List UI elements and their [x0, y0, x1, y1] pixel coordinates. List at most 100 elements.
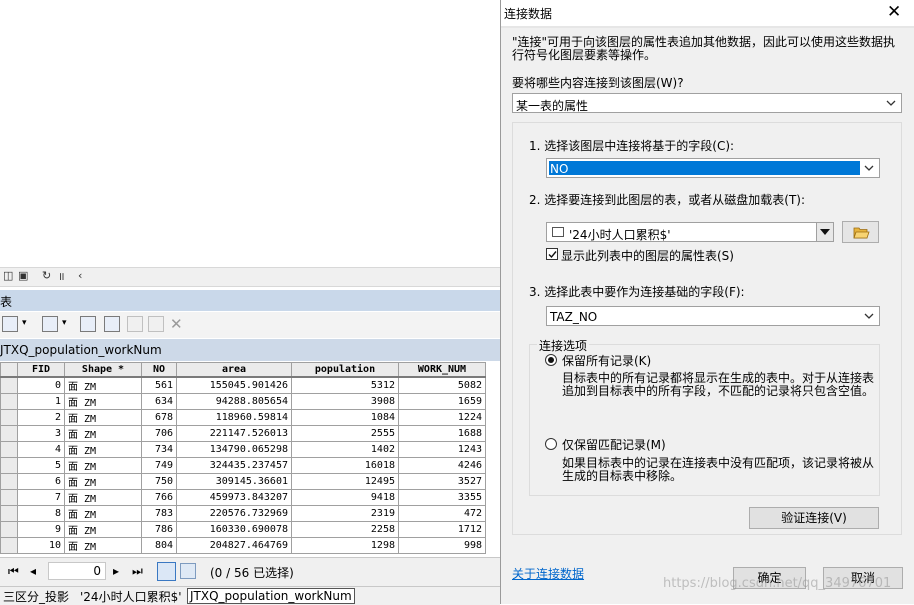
row-selector[interactable]: [0, 376, 18, 394]
table-cell[interactable]: 7: [17, 489, 65, 506]
table-cell[interactable]: 1402: [291, 441, 399, 458]
show-all-records-icon[interactable]: [157, 562, 176, 581]
previous-record-icon[interactable]: ◂: [30, 564, 36, 578]
table-cell[interactable]: 5082: [398, 376, 486, 394]
layout-view-icon[interactable]: ◫: [3, 269, 13, 282]
table-cell[interactable]: 16018: [291, 457, 399, 474]
table-row[interactable]: 6面 ZM 750 309145.36601 12495 3527: [0, 473, 486, 490]
table-options-dropdown-icon[interactable]: ▾: [22, 318, 27, 328]
table-cell[interactable]: 面 ZM: [64, 521, 142, 538]
table-cell[interactable]: 484: [398, 553, 486, 554]
table-cell[interactable]: 面 ZM: [64, 537, 142, 554]
column-header[interactable]: population: [291, 362, 399, 378]
row-selector[interactable]: [0, 489, 18, 506]
table-cell[interactable]: 面 ZM: [64, 376, 142, 394]
table-cell[interactable]: 1243: [398, 441, 486, 458]
table-cell[interactable]: 2258: [291, 521, 399, 538]
table-row[interactable]: 11面 ZM825270391.653397635484: [0, 553, 486, 554]
table-cell[interactable]: 1712: [398, 521, 486, 538]
table-cell[interactable]: 94288.805654: [176, 393, 292, 410]
table-cell[interactable]: 783: [141, 505, 177, 522]
table-cell[interactable]: 749: [141, 457, 177, 474]
row-selector[interactable]: [0, 553, 18, 554]
table-cell[interactable]: 204827.464769: [176, 537, 292, 554]
last-record-icon[interactable]: ⏭: [132, 564, 143, 579]
table-cell[interactable]: 12495: [291, 473, 399, 490]
about-joining-link[interactable]: 关于连接数据: [512, 565, 584, 582]
pause-icon[interactable]: ॥: [58, 269, 65, 284]
data-view-icon[interactable]: ▣: [18, 269, 28, 282]
table-row[interactable]: 9面 ZM 786 160330.690078 2258 1712: [0, 521, 486, 538]
row-selector[interactable]: [0, 457, 18, 474]
show-selected-records-icon[interactable]: [180, 563, 196, 579]
table-cell[interactable]: 11: [17, 553, 65, 554]
row-selector[interactable]: [0, 521, 18, 538]
table-row[interactable]: 10 面 ZM 804 204827.464769 1298 998: [0, 537, 486, 554]
table-cell[interactable]: 309145.36601: [176, 473, 292, 490]
table-cell[interactable]: 1688: [398, 425, 486, 442]
row-selector[interactable]: [0, 441, 18, 458]
table-cell[interactable]: 面 ZM: [64, 441, 142, 458]
table-row[interactable]: 8面 ZM 783 220576.732969 2319 472: [0, 505, 486, 522]
table-tab[interactable]: 三区分_投影: [3, 588, 69, 605]
table-cell[interactable]: 10: [17, 537, 65, 554]
table-cell[interactable]: 面 ZM: [64, 553, 142, 554]
table-cell[interactable]: 面 ZM: [64, 505, 142, 522]
column-header[interactable]: NO: [141, 362, 177, 378]
table-cell[interactable]: 面 ZM: [64, 473, 142, 490]
row-selector[interactable]: [0, 537, 18, 554]
column-header[interactable]: WORK_NUM: [398, 362, 486, 378]
table-cell[interactable]: 8: [17, 505, 65, 522]
join-field-select[interactable]: TAZ_NO: [546, 306, 880, 326]
attribute-table[interactable]: FID Shape * NO area population WORK_NUM …: [0, 362, 500, 554]
column-header[interactable]: FID: [17, 362, 65, 378]
delete-selected-icon[interactable]: ✕: [170, 315, 183, 333]
table-cell[interactable]: 561: [141, 376, 177, 394]
table-cell[interactable]: 1: [17, 393, 65, 410]
show-layers-checkbox[interactable]: [546, 248, 558, 260]
table-cell[interactable]: 786: [141, 521, 177, 538]
table-cell[interactable]: 825: [141, 553, 177, 554]
table-cell[interactable]: 804: [141, 537, 177, 554]
table-cell[interactable]: 0: [17, 376, 65, 394]
table-cell[interactable]: 998: [398, 537, 486, 554]
table-row[interactable]: 4面 ZM 734 134790.065298 1402 1243: [0, 441, 486, 458]
table-cell[interactable]: 4246: [398, 457, 486, 474]
switch-selection-icon[interactable]: [104, 316, 120, 332]
related-tables-icon[interactable]: [42, 316, 58, 332]
table-cell[interactable]: 1298: [291, 537, 399, 554]
keep-matching-radio[interactable]: [545, 438, 557, 450]
table-cell[interactable]: 678: [141, 409, 177, 426]
next-record-icon[interactable]: ▸: [113, 564, 119, 578]
table-cell[interactable]: 6: [17, 473, 65, 490]
what-to-join-select[interactable]: 某一表的属性: [512, 93, 902, 113]
keep-all-radio[interactable]: [545, 354, 557, 366]
table-cell[interactable]: 5: [17, 457, 65, 474]
table-row[interactable]: 7面 ZM 766 459973.843207 9418 3355: [0, 489, 486, 506]
table-cell[interactable]: 9: [17, 521, 65, 538]
row-selector[interactable]: [0, 505, 18, 522]
table-tab-active[interactable]: JTXQ_population_workNum: [187, 588, 355, 604]
join-table-select[interactable]: '24小时人口累积$': [546, 222, 834, 242]
select-by-attributes-icon[interactable]: [80, 316, 96, 332]
row-selector[interactable]: [0, 409, 18, 426]
table-cell[interactable]: 4: [17, 441, 65, 458]
layer-field-select[interactable]: NO: [546, 158, 880, 178]
table-cell[interactable]: 750: [141, 473, 177, 490]
scroll-left-icon[interactable]: ‹: [78, 269, 82, 282]
table-row[interactable]: 5面 ZM 749 324435.237457 16018 4246: [0, 457, 486, 474]
table-row[interactable]: 0面 ZM 561 155045.901426 5312 5082: [0, 376, 486, 394]
table-cell[interactable]: 160330.690078: [176, 521, 292, 538]
table-cell[interactable]: 634: [141, 393, 177, 410]
row-selector[interactable]: [0, 473, 18, 490]
table-cell[interactable]: 706: [141, 425, 177, 442]
table-cell[interactable]: 9418: [291, 489, 399, 506]
related-tables-dropdown-icon[interactable]: ▾: [62, 318, 67, 328]
table-cell[interactable]: 734: [141, 441, 177, 458]
table-row[interactable]: 1面 ZM 634 94288.805654 3908 1659: [0, 393, 486, 410]
table-cell[interactable]: 2319: [291, 505, 399, 522]
table-cell[interactable]: 270391.653397: [176, 553, 292, 554]
table-cell[interactable]: 459973.843207: [176, 489, 292, 506]
table-row[interactable]: 3面 ZM 706 221147.526013 2555 1688: [0, 425, 486, 442]
table-cell[interactable]: 324435.237457: [176, 457, 292, 474]
